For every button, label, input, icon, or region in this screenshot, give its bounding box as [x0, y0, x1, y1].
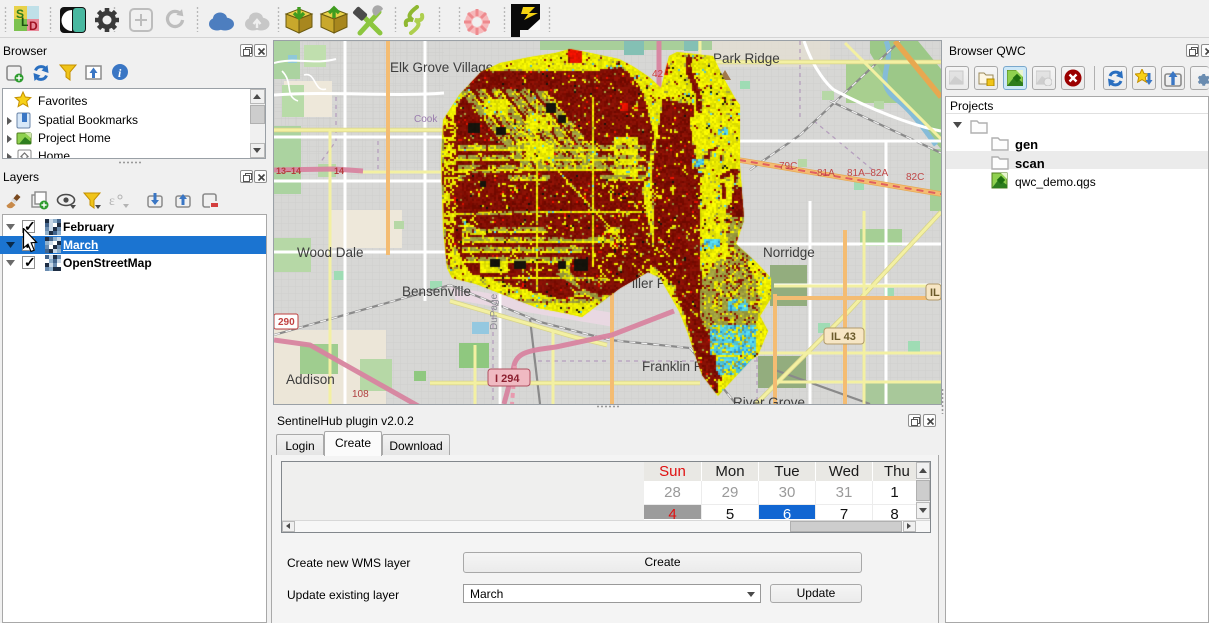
svg-text:L: L	[21, 15, 28, 29]
svg-text:gen: gen	[1015, 137, 1038, 152]
svg-text:qwc_demo.qgs: qwc_demo.qgs	[1015, 175, 1096, 189]
svg-text:ε: ε	[109, 194, 115, 209]
svg-text:scan: scan	[1015, 156, 1045, 171]
svg-text:Home: Home	[38, 149, 70, 158]
svg-text:Favorites: Favorites	[38, 94, 87, 108]
svg-text:D: D	[29, 19, 38, 32]
svg-text:Spatial Bookmarks: Spatial Bookmarks	[38, 113, 138, 127]
svg-text:Project Home: Project Home	[38, 131, 111, 145]
